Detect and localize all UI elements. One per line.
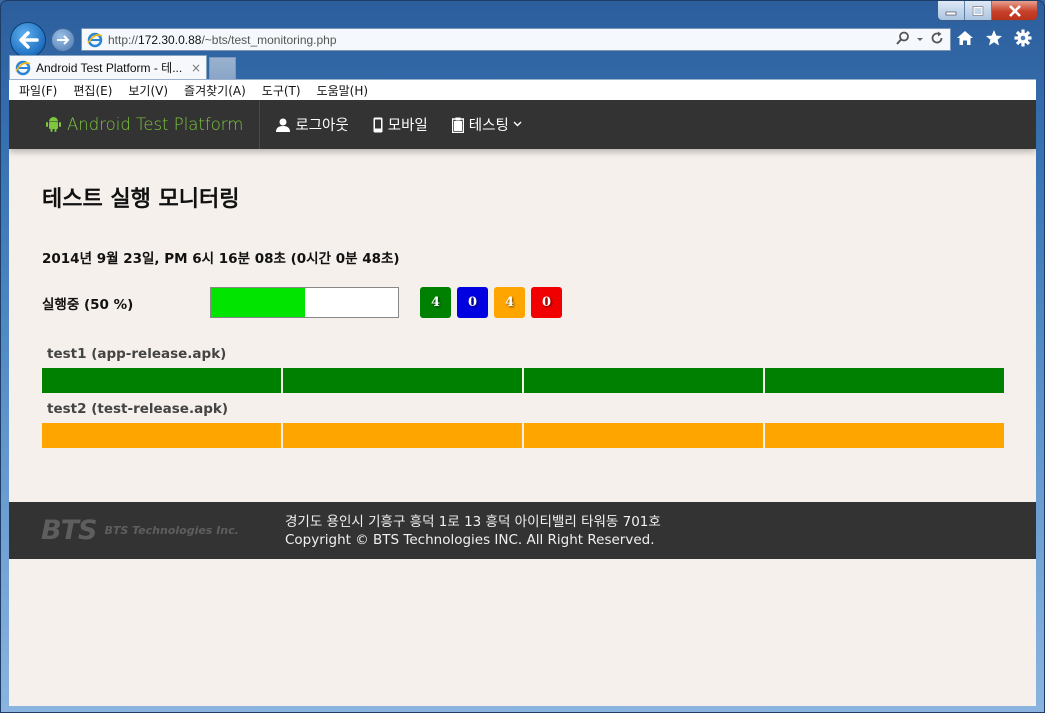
settings-gear-icon[interactable] [1014, 29, 1032, 51]
test-step-segment[interactable] [283, 423, 522, 448]
ie-icon [87, 32, 103, 47]
close-window-button[interactable] [992, 1, 1037, 20]
test-list: test1 (app-release.apk) test2 (test-rele… [42, 346, 1004, 448]
menu-tools[interactable]: 도구(T) [262, 82, 301, 99]
menu-bar: 파일(F) 편집(E) 보기(V) 즐겨찾기(A) 도구(T) 도움말(H) [9, 79, 1036, 100]
test-item: test2 (test-release.apk) [42, 401, 1004, 448]
footer-logo: BTS BTS Technologies Inc. [41, 515, 255, 546]
search-dropdown-icon[interactable] [916, 32, 924, 47]
browser-nav-row: http://172.30.0.88/~bts/test_monitoring.… [1, 21, 1044, 58]
test-step-segment[interactable] [765, 423, 1004, 448]
address-bar[interactable]: http://172.30.0.88/~bts/test_monitoring.… [81, 28, 951, 51]
running-counter[interactable]: 0 [457, 287, 488, 318]
run-timestamp: 2014년 9월 23일, PM 6시 16분 08초 (0시간 0분 48초) [42, 251, 400, 267]
test-label: test1 (app-release.apk) [47, 346, 227, 362]
browser-window: http://172.30.0.88/~bts/test_monitoring.… [0, 0, 1045, 713]
maximize-icon [972, 5, 984, 16]
status-row: 실행중 (50 %) 4 0 4 0 [42, 287, 1003, 318]
close-icon [1008, 4, 1021, 17]
nav-mobile[interactable]: 모바일 [373, 114, 428, 135]
result-counters: 4 0 4 0 [420, 287, 562, 318]
page-title: 테스트 실행 모니터링 [42, 187, 240, 212]
new-tab-button[interactable] [209, 57, 236, 79]
menu-view[interactable]: 보기(V) [128, 82, 168, 99]
url-prefix: http:// [108, 32, 139, 47]
url-path: /~bts/test_monitoring.php [201, 32, 337, 47]
favorites-star-icon[interactable] [985, 29, 1003, 51]
nav-testing-dropdown[interactable]: 테스팅 [451, 114, 522, 135]
tab-close-icon[interactable]: × [191, 61, 201, 75]
menu-favorites[interactable]: 즐겨찾기(A) [184, 82, 246, 99]
tab-android-test-platform[interactable]: Android Test Platform - 테... × [9, 55, 207, 79]
test-step-segment[interactable] [524, 423, 763, 448]
bts-logo-mark: BTS [41, 515, 97, 546]
menu-file[interactable]: 파일(F) [19, 82, 57, 99]
test-label: test2 (test-release.apk) [47, 401, 229, 417]
main-content: 테스트 실행 모니터링 2014년 9월 23일, PM 6시 16분 08초 … [9, 149, 1036, 448]
test-step-segment[interactable] [765, 368, 1004, 393]
passed-counter[interactable]: 4 [420, 287, 451, 318]
nav-mobile-label: 모바일 [387, 118, 428, 134]
nav-logout[interactable]: 로그아웃 [276, 114, 349, 135]
minimize-button[interactable] [938, 1, 965, 20]
maximize-button[interactable] [965, 1, 992, 20]
brand-link[interactable]: Android Test Platform [9, 100, 261, 149]
test-item: test1 (app-release.apk) [42, 346, 1004, 393]
ie-tab-icon [15, 60, 31, 75]
search-icon[interactable] [896, 31, 910, 49]
footer-copyright: Copyright © BTS Technologies INC. All Ri… [285, 531, 655, 548]
refresh-icon[interactable] [930, 31, 944, 49]
test-step-segment[interactable] [283, 368, 522, 393]
status-label: 실행중 (50 %) [42, 296, 134, 313]
user-icon [276, 118, 291, 132]
nav-testing-label: 테스팅 [468, 118, 509, 134]
pending-counter[interactable]: 4 [494, 287, 525, 318]
page-viewport: Android Test Platform 로그아웃 모바일 테스팅 테스트 실… [9, 100, 1036, 706]
test-progress-bar [42, 368, 1004, 393]
tab-row: Android Test Platform - 테... × [9, 55, 1036, 79]
brand-label: Android Test Platform [67, 115, 244, 134]
progress-fill [211, 288, 305, 317]
mobile-icon [373, 117, 383, 133]
footer-text: 경기도 용인시 기흥구 흥덕 1로 13 흥덕 아이티밸리 타워동 701호 C… [285, 513, 661, 549]
footer-address: 경기도 용인시 기흥구 흥덕 1로 13 흥덕 아이티밸리 타워동 701호 [285, 513, 661, 530]
home-icon[interactable] [956, 29, 974, 51]
window-controls [937, 1, 1038, 21]
url-host: 172.30.0.88 [138, 32, 202, 47]
clipboard-icon [451, 117, 464, 133]
nav-logout-label: 로그아웃 [295, 118, 349, 134]
bts-logo-name: BTS Technologies Inc. [104, 524, 239, 537]
chevron-down-icon [513, 119, 522, 130]
progress-bar [210, 287, 399, 318]
test-step-segment[interactable] [524, 368, 763, 393]
menu-edit[interactable]: 편집(E) [73, 82, 112, 99]
android-icon [46, 117, 61, 132]
test-step-segment[interactable] [42, 368, 281, 393]
menu-help[interactable]: 도움말(H) [317, 82, 369, 99]
failed-counter[interactable]: 0 [531, 287, 562, 318]
forward-icon [57, 35, 70, 45]
back-icon [19, 31, 39, 49]
app-navbar: Android Test Platform 로그아웃 모바일 테스팅 [9, 100, 1036, 149]
url-text[interactable]: http://172.30.0.88/~bts/test_monitoring.… [108, 33, 896, 47]
footer: BTS BTS Technologies Inc. 경기도 용인시 기흥구 흥덕… [9, 502, 1036, 559]
forward-button[interactable] [51, 28, 75, 52]
test-progress-bar [42, 423, 1004, 448]
minimize-icon [945, 11, 957, 15]
test-step-segment[interactable] [42, 423, 281, 448]
back-button[interactable] [10, 22, 46, 58]
tab-title: Android Test Platform - 테... [36, 61, 183, 75]
